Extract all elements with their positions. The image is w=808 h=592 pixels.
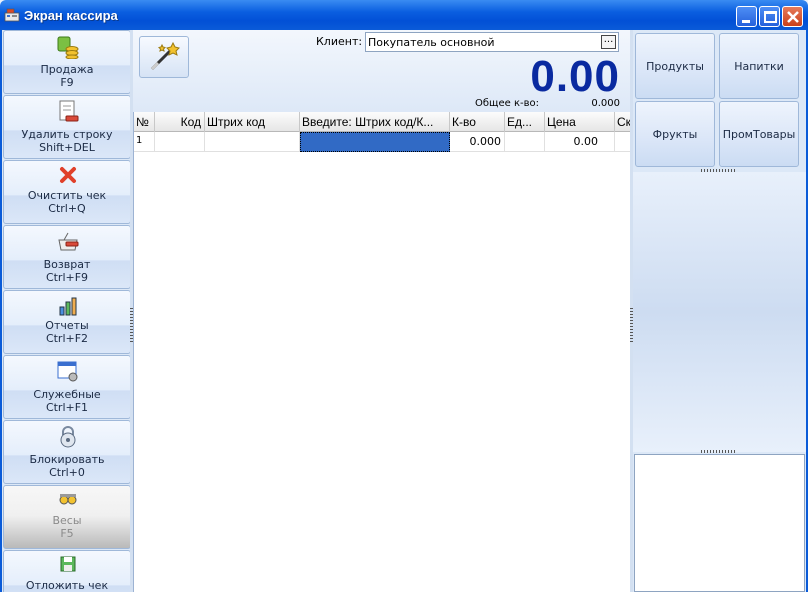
cell-quantity[interactable]: 0.000 (450, 132, 505, 152)
lock-shortcut: Ctrl+0 (49, 466, 85, 479)
category-products[interactable]: Продукты (635, 33, 715, 99)
cell-discount[interactable] (615, 132, 631, 152)
scales-shortcut: F5 (60, 527, 74, 540)
service-label: Служебные (33, 388, 101, 401)
magic-wand-icon (150, 41, 180, 71)
client-value: Покупатель основной (368, 36, 495, 49)
cash-register-icon (4, 8, 20, 22)
coins-icon (57, 36, 79, 59)
delete-row-button[interactable]: Удалить строку Shift+DEL (3, 95, 131, 159)
total-quantity-value: 0.000 (591, 98, 620, 109)
clear-receipt-label: Очистить чек (27, 189, 107, 202)
client-field[interactable]: Покупатель основной ... (365, 32, 619, 52)
reports-button[interactable]: Отчеты Ctrl+F2 (3, 290, 131, 354)
padlock-icon (60, 426, 76, 448)
save-disk-icon (60, 556, 76, 572)
info-splitter-grip[interactable] (701, 450, 735, 453)
table-header: № Код Штрих код Введите: Штрих код/К... … (134, 112, 631, 132)
col-number[interactable]: № (134, 112, 155, 132)
cell-input-selected[interactable] (300, 132, 450, 152)
products-area (633, 172, 806, 452)
maximize-button[interactable] (759, 6, 780, 27)
info-panel (634, 454, 805, 592)
return-button[interactable]: Возврат Ctrl+F9 (3, 225, 131, 289)
sidebar: Продажа F9 Удалить строку Shift+DEL Очис… (2, 30, 131, 592)
total-quantity-label: Общее к-во: (475, 98, 539, 109)
col-input[interactable]: Введите: Штрих код/К... (300, 112, 450, 132)
cell-unit[interactable] (505, 132, 545, 152)
postpone-receipt-button[interactable]: Отложить чек (3, 550, 131, 592)
col-unit[interactable]: Ед... (505, 112, 545, 132)
category-fruits[interactable]: Фрукты (635, 101, 715, 167)
col-discount[interactable]: Ск (615, 112, 631, 132)
delete-row-icon (59, 100, 79, 122)
lock-button[interactable]: Блокировать Ctrl+0 (3, 420, 131, 484)
maximize-icon (764, 11, 777, 23)
sale-shortcut: F9 (60, 76, 74, 89)
sale-button[interactable]: Продажа F9 (3, 30, 131, 94)
col-quantity[interactable]: К-во (450, 112, 505, 132)
lock-label: Блокировать (29, 453, 105, 466)
postpone-receipt-label: Отложить чек (25, 579, 109, 592)
col-price[interactable]: Цена (545, 112, 615, 132)
service-window-icon (57, 361, 78, 382)
return-shortcut: Ctrl+F9 (45, 271, 89, 284)
chart-icon (59, 297, 77, 316)
category-panel: Продукты Напитки Фрукты ПромТовары (633, 30, 806, 592)
col-barcode[interactable]: Штрих код (205, 112, 300, 132)
receipt-table: № Код Штрих код Введите: Штрих код/К... … (133, 112, 631, 592)
category-industrial-goods[interactable]: ПромТовары (719, 101, 799, 167)
minimize-icon (742, 20, 750, 23)
clear-receipt-shortcut: Ctrl+Q (48, 202, 86, 215)
col-code[interactable]: Код (155, 112, 205, 132)
delete-row-label: Удалить строку (21, 128, 113, 141)
reports-label: Отчеты (45, 319, 89, 332)
clear-receipt-button[interactable]: Очистить чек Ctrl+Q (3, 160, 131, 224)
receipt-total: 0.00 (530, 52, 620, 101)
magic-wand-button[interactable] (139, 36, 189, 78)
cell-price[interactable]: 0.00 (545, 132, 615, 152)
client-label: Клиент: (316, 35, 363, 48)
service-button[interactable]: Служебные Ctrl+F1 (3, 355, 131, 419)
category-drinks[interactable]: Напитки (719, 33, 799, 99)
clear-x-icon (60, 167, 76, 183)
service-shortcut: Ctrl+F1 (45, 401, 89, 414)
cell-number: 1 (134, 132, 155, 152)
receipt-header: Клиент: Покупатель основной ... 0.00 Общ… (133, 30, 630, 112)
scales-icon (59, 494, 77, 505)
scales-label: Весы (52, 514, 82, 527)
client-browse-button[interactable]: ... (601, 35, 616, 49)
reports-shortcut: Ctrl+F2 (45, 332, 89, 345)
window-title: Экран кассира (24, 8, 118, 23)
cell-code[interactable] (155, 132, 205, 152)
title-bar: Экран кассира (0, 0, 808, 30)
minimize-button[interactable] (736, 6, 757, 27)
close-icon (787, 11, 799, 23)
table-row[interactable]: 1 0.000 0.00 (134, 132, 631, 152)
close-button[interactable] (782, 6, 803, 27)
scales-button[interactable]: Весы F5 (3, 485, 131, 549)
cell-barcode[interactable] (205, 132, 300, 152)
return-basket-icon (58, 232, 79, 251)
delete-row-shortcut: Shift+DEL (39, 141, 95, 154)
return-label: Возврат (43, 258, 91, 271)
sale-label: Продажа (40, 63, 94, 76)
